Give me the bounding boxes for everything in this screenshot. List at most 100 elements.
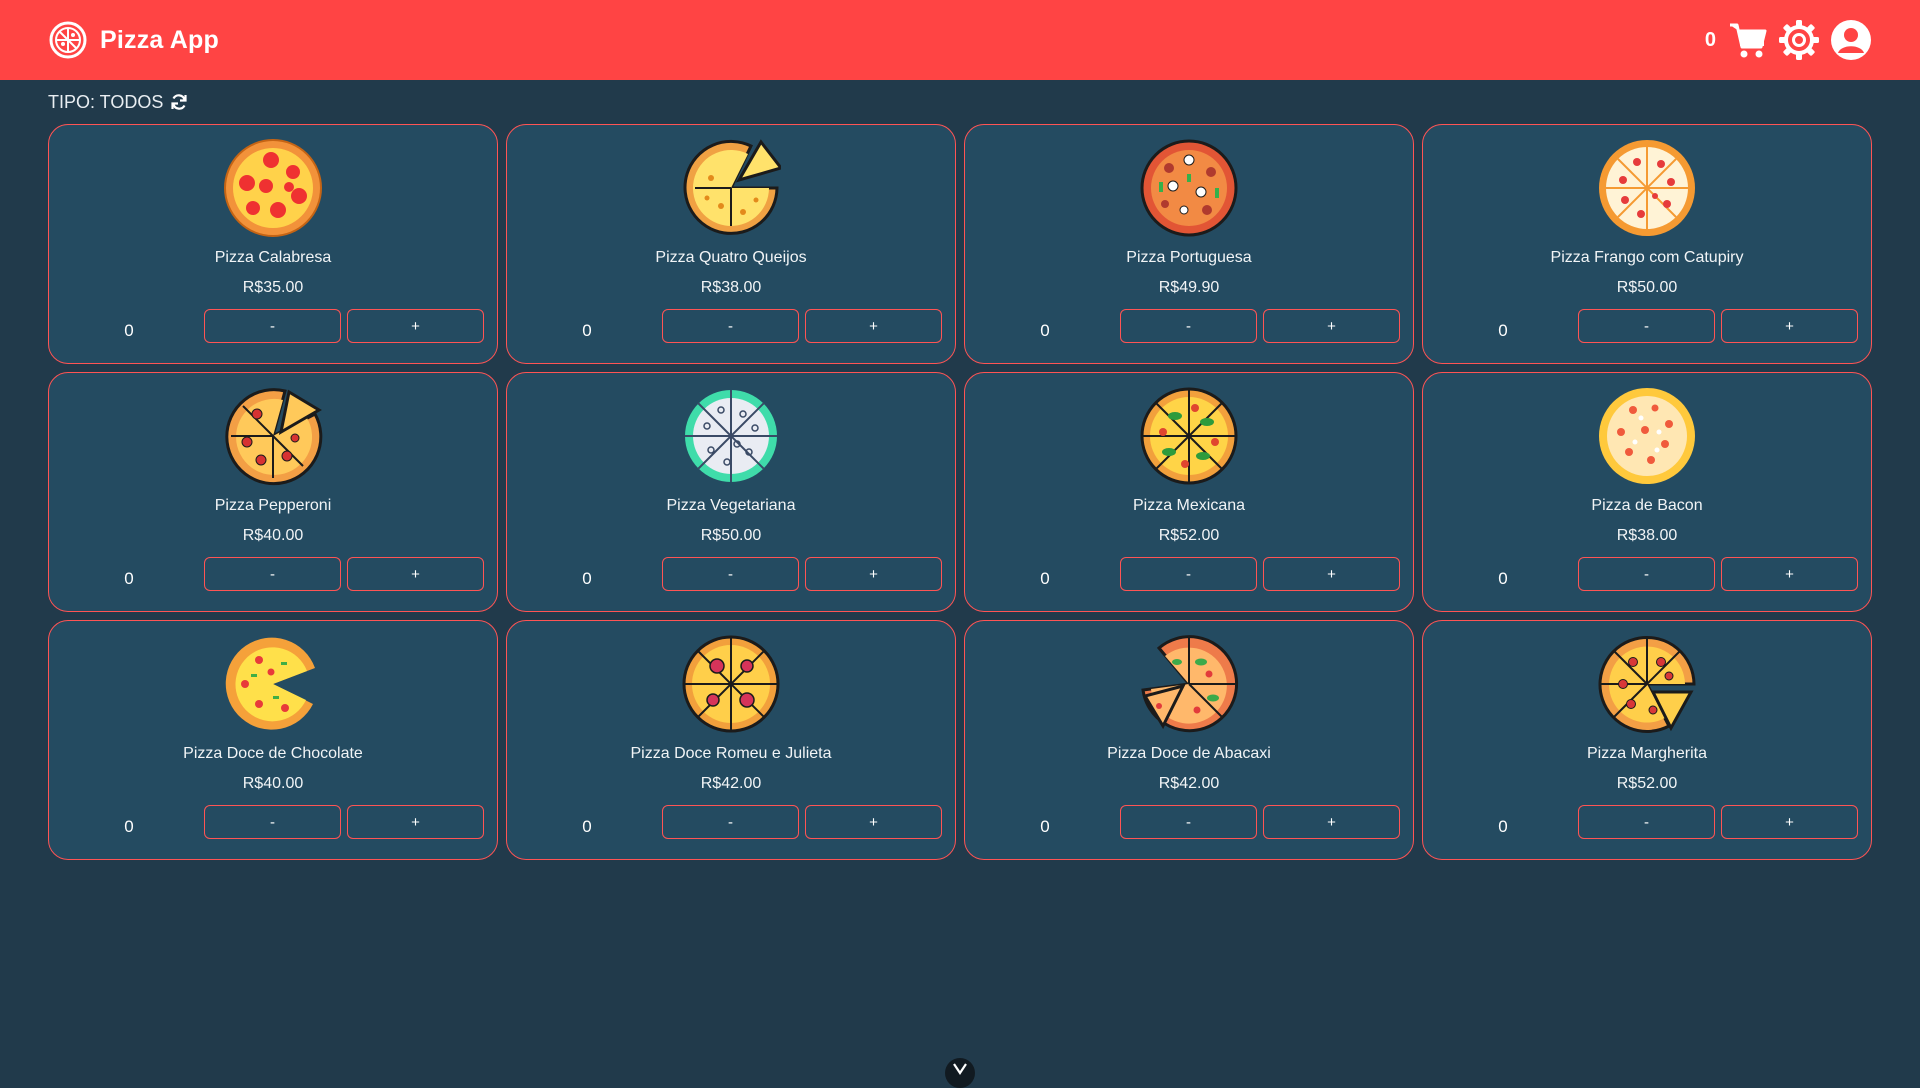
pizza-calabresa-icon <box>224 139 322 237</box>
pizza-frango-catupiry-icon <box>1599 140 1695 236</box>
pizza-bacon-icon <box>1599 388 1695 484</box>
gear-icon <box>1779 20 1819 60</box>
pizza-mexicana-icon <box>1140 387 1238 485</box>
pizza-doce-abacaxi-icon <box>1141 635 1239 733</box>
decrease-quantity-button[interactable]: - <box>204 557 341 591</box>
pizza-price: R$35.00 <box>242 279 304 296</box>
increase-quantity-button[interactable]: + <box>1721 309 1858 343</box>
pizza-card: Pizza Doce de Chocolate R$40.00 0 - + <box>48 620 498 860</box>
increase-quantity-button[interactable]: + <box>1721 805 1858 839</box>
pizza-price: R$50.00 <box>1616 279 1678 296</box>
pizza-price: R$42.00 <box>1158 775 1220 792</box>
pizza-doce-romeu-julieta-icon <box>682 635 780 733</box>
decrease-quantity-button[interactable]: - <box>662 557 799 591</box>
pizza-price: R$40.00 <box>242 527 304 544</box>
pizza-card: Pizza Calabresa R$35.00 0 - + <box>48 124 498 364</box>
decrease-quantity-button[interactable]: - <box>1578 309 1715 343</box>
decrease-quantity-button[interactable]: - <box>204 309 341 343</box>
decrease-quantity-button[interactable]: - <box>662 805 799 839</box>
settings-button[interactable] <box>1778 19 1820 61</box>
increase-quantity-button[interactable]: + <box>805 557 942 591</box>
pizza-card: Pizza Portuguesa R$49.90 0 - + <box>964 124 1414 364</box>
pizza-quantity: 0 <box>582 569 592 588</box>
pizza-quantity: 0 <box>124 817 134 836</box>
pizza-quantity: 0 <box>582 817 592 836</box>
pizza-quatro-queijos-icon <box>683 139 781 235</box>
increase-quantity-button[interactable]: + <box>805 805 942 839</box>
refresh-icon <box>171 94 187 110</box>
increase-quantity-button[interactable]: + <box>1263 557 1400 591</box>
pizza-card: Pizza Mexicana R$52.00 0 - + <box>964 372 1414 612</box>
pizza-quantity: 0 <box>1040 817 1050 836</box>
pizza-margherita-icon <box>1598 635 1696 733</box>
pizza-name: Pizza Calabresa <box>214 249 332 266</box>
brand[interactable]: Pizza App <box>48 20 219 60</box>
pizza-quantity: 0 <box>1498 321 1508 340</box>
pizza-quantity: 0 <box>124 569 134 588</box>
pizza-card: Pizza Margherita R$52.00 0 - + <box>1422 620 1872 860</box>
pizza-grid: Pizza Calabresa R$35.00 0 - + Pizza Quat… <box>48 124 1872 860</box>
pizza-portuguesa-icon <box>1140 139 1238 237</box>
cart-icon <box>1730 23 1767 58</box>
scroll-down-button[interactable] <box>945 1058 975 1088</box>
decrease-quantity-button[interactable]: - <box>1120 309 1257 343</box>
chevron-down-icon <box>953 1063 967 1075</box>
cart-button[interactable] <box>1728 21 1768 59</box>
pizza-quantity: 0 <box>124 321 134 340</box>
type-filter: TIPO: TODOS <box>48 90 189 114</box>
increase-quantity-button[interactable]: + <box>1263 805 1400 839</box>
cart-count: 0 <box>1704 28 1716 51</box>
header-actions: 0 <box>1705 19 1872 61</box>
pizza-price: R$40.00 <box>242 775 304 792</box>
decrease-quantity-button[interactable]: - <box>1578 557 1715 591</box>
pizza-name: Pizza Margherita <box>1586 745 1708 762</box>
pizza-price: R$50.00 <box>700 527 762 544</box>
pizza-price: R$42.00 <box>700 775 762 792</box>
pizza-name: Pizza Frango com Catupiry <box>1550 249 1744 266</box>
pizza-quantity: 0 <box>1498 569 1508 588</box>
pizza-card: Pizza de Bacon R$38.00 0 - + <box>1422 372 1872 612</box>
pizza-card: Pizza Frango com Catupiry R$50.00 0 - + <box>1422 124 1872 364</box>
pizza-price: R$38.00 <box>1616 527 1678 544</box>
pizza-price: R$38.00 <box>700 279 762 296</box>
decrease-quantity-button[interactable]: - <box>1120 805 1257 839</box>
pizza-price: R$49.90 <box>1158 279 1220 296</box>
pizza-name: Pizza Vegetariana <box>666 497 796 514</box>
filter-label: TIPO: TODOS <box>48 91 164 112</box>
pizza-quantity: 0 <box>1040 321 1050 340</box>
pizza-name: Pizza Pepperoni <box>214 497 332 514</box>
pizza-name: Pizza Doce de Chocolate <box>183 745 363 762</box>
pizza-vegetariana-icon <box>685 390 777 482</box>
user-avatar-icon <box>1831 20 1871 60</box>
app-title: Pizza App <box>100 25 219 54</box>
increase-quantity-button[interactable]: + <box>1263 309 1400 343</box>
top-app-bar: Pizza App 0 <box>0 0 1920 80</box>
pizza-card: Pizza Vegetariana R$50.00 0 - + <box>506 372 956 612</box>
pizza-name: Pizza Doce de Abacaxi <box>1107 745 1271 762</box>
pizza-card: Pizza Doce Romeu e Julieta R$42.00 0 - + <box>506 620 956 860</box>
pizza-card: Pizza Doce de Abacaxi R$42.00 0 - + <box>964 620 1414 860</box>
pizza-quantity: 0 <box>1498 817 1508 836</box>
pizza-price: R$52.00 <box>1616 775 1678 792</box>
increase-quantity-button[interactable]: + <box>347 805 484 839</box>
profile-button[interactable] <box>1830 19 1872 61</box>
pizza-pepperoni-icon <box>225 388 323 486</box>
pizza-name: Pizza de Bacon <box>1591 497 1703 514</box>
decrease-quantity-button[interactable]: - <box>204 805 341 839</box>
increase-quantity-button[interactable]: + <box>347 309 484 343</box>
increase-quantity-button[interactable]: + <box>347 557 484 591</box>
refresh-filter-button[interactable] <box>169 92 189 112</box>
pizza-name: Pizza Quatro Queijos <box>655 249 807 266</box>
pizza-name: Pizza Mexicana <box>1132 497 1246 514</box>
decrease-quantity-button[interactable]: - <box>1120 557 1257 591</box>
increase-quantity-button[interactable]: + <box>1721 557 1858 591</box>
increase-quantity-button[interactable]: + <box>805 309 942 343</box>
pizza-card: Pizza Quatro Queijos R$38.00 0 - + <box>506 124 956 364</box>
decrease-quantity-button[interactable]: - <box>662 309 799 343</box>
pizza-card: Pizza Pepperoni R$40.00 0 - + <box>48 372 498 612</box>
decrease-quantity-button[interactable]: - <box>1578 805 1715 839</box>
pizza-logo-icon <box>49 21 87 59</box>
pizza-doce-chocolate-icon <box>225 637 315 730</box>
pizza-name: Pizza Portuguesa <box>1126 249 1252 266</box>
pizza-name: Pizza Doce Romeu e Julieta <box>630 745 832 762</box>
